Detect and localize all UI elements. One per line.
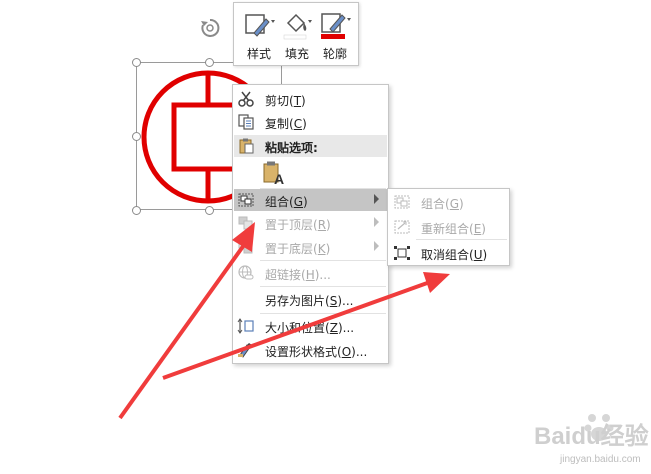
annotation-arrows [118, 222, 450, 420]
baidu-jingyan-watermark: Baidu经验 jingyan.baidu.com [520, 410, 649, 470]
arrow-to-ungroup-item [162, 272, 450, 380]
arrow-to-group-item [118, 222, 255, 420]
watermark-text: Baidu经验 [534, 423, 649, 450]
watermark-url: jingyan.baidu.com [560, 454, 641, 465]
